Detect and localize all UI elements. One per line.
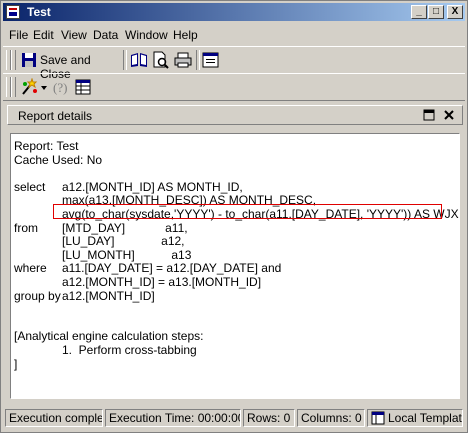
panel-close-button[interactable] <box>442 108 456 122</box>
menu-view[interactable]: View <box>61 28 87 42</box>
panel-close-icon <box>444 110 454 120</box>
report-line-label: Cache Used: No <box>14 152 103 167</box>
report-line-text: [LU_DAY] a12, <box>62 234 185 249</box>
minimize-button[interactable]: _ <box>411 5 427 19</box>
book-button[interactable] <box>129 49 149 71</box>
grid-button[interactable] <box>73 76 93 98</box>
report-line-label: select <box>14 179 46 194</box>
report-line-text: a12.[MONTH_ID] = a13.[MONTH_ID] <box>62 275 262 289</box>
menu-edit[interactable]: Edit <box>33 28 54 42</box>
template-icon <box>371 411 385 425</box>
panel-restore-icon <box>423 109 435 121</box>
report-line-label: [Analytical engine calculation steps: <box>14 329 204 344</box>
formula-button[interactable]: (?) <box>51 76 73 98</box>
save-icon <box>22 53 36 67</box>
save-and-close-button[interactable]: Save and Close <box>19 49 119 81</box>
status-execution: Execution complete <box>5 409 103 427</box>
wizard-button[interactable] <box>19 76 39 98</box>
wizard-dropdown[interactable] <box>40 76 48 98</box>
menu-window[interactable]: Window <box>125 28 168 42</box>
sql-report-view[interactable]: Report: Test Cache Used: No select a12.[MON… <box>10 133 460 399</box>
report-line-label: ] <box>14 356 18 371</box>
properties-button[interactable] <box>201 49 221 71</box>
report-line-text: a12.[MONTH_ID] <box>62 288 155 303</box>
application-window: Test _ □ X File Edit View Data Window He… <box>0 0 468 433</box>
toolbar-separator <box>123 50 127 70</box>
status-bar: Execution complete Execution Time: 00:00… <box>3 407 465 429</box>
report-line-text: a12.[MONTH_ID] AS MONTH_ID, <box>62 179 243 194</box>
wizard-icon <box>22 78 38 95</box>
window-title: Test <box>27 5 51 19</box>
report-line-label: group by <box>14 288 61 303</box>
formula-icon: (?) <box>53 80 67 95</box>
highlight-box <box>53 204 442 219</box>
toolbar-grip[interactable] <box>11 50 16 70</box>
report-line-label: Report: Test <box>14 139 79 153</box>
preview-button[interactable] <box>151 49 171 71</box>
toolbar-grip[interactable] <box>11 77 16 97</box>
panel-restore-button[interactable] <box>422 108 436 122</box>
report-line-text: [MTD_DAY] a11, <box>62 220 188 235</box>
report-line-label: where <box>14 261 47 276</box>
dropdown-arrow-icon <box>41 86 47 90</box>
book-icon <box>131 53 147 67</box>
report-line-text: [LU_MONTH] a13 <box>62 247 192 262</box>
print-icon <box>174 52 192 68</box>
print-button[interactable] <box>173 49 193 71</box>
menu-bar: File Edit View Data Window Help <box>3 25 465 45</box>
status-template: Local Templat <box>367 409 463 427</box>
report-line-text: 1. Perform cross-tabbing <box>62 343 197 357</box>
menu-file[interactable]: File <box>9 28 28 42</box>
report-details-header: Report details <box>7 105 463 125</box>
preview-icon <box>153 51 169 69</box>
menu-help[interactable]: Help <box>173 28 198 42</box>
toolbar-separator <box>196 50 200 70</box>
secondary-toolbar: (?) <box>3 73 465 101</box>
app-icon <box>6 5 20 19</box>
standard-toolbar: Save and Close <box>3 46 465 81</box>
close-button[interactable]: X <box>447 5 463 19</box>
status-template-label: Local Templat <box>388 411 462 425</box>
menu-data[interactable]: Data <box>93 28 118 42</box>
panel-title: Report details <box>18 109 93 123</box>
status-execution-time: Execution Time: 00:00:00 <box>105 409 241 427</box>
report-line-label: from <box>14 220 38 235</box>
maximize-button[interactable]: □ <box>428 5 444 19</box>
report-line-text: a11.[DAY_DATE] = a12.[DAY_DATE] and <box>62 261 282 276</box>
status-rows: Rows: 0 <box>243 409 295 427</box>
status-columns: Columns: 0 <box>297 409 365 427</box>
grid-icon <box>75 79 91 95</box>
properties-icon <box>202 52 219 68</box>
title-bar[interactable]: Test _ □ X <box>3 3 465 21</box>
svg-text:(?): (?) <box>53 80 67 95</box>
